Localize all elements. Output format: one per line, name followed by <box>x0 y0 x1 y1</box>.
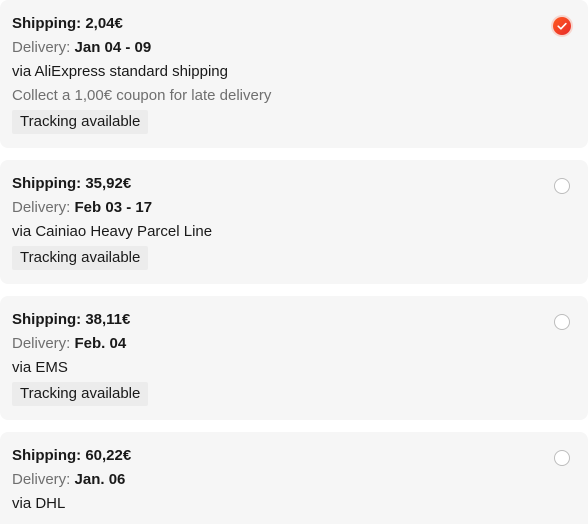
radio-button[interactable] <box>554 450 570 466</box>
delivery-label: Delivery: <box>12 39 75 56</box>
carrier-name: via DHL <box>12 495 66 512</box>
shipping-option-aliexpress-standard[interactable]: Shipping: 2,04€ Delivery: Jan 04 - 09 vi… <box>0 0 588 148</box>
radio-button[interactable] <box>554 178 570 194</box>
carrier-name: via Cainiao Heavy Parcel Line <box>12 223 213 240</box>
radio-button[interactable] <box>554 314 570 330</box>
late-delivery-coupon-note: Collect a 1,00€ coupon for late delivery <box>12 87 272 104</box>
shipping-option-dhl[interactable]: Shipping: 60,22€ Delivery: Jan. 06 via D… <box>0 432 588 524</box>
delivery-date: Jan 04 - 09 <box>74 39 152 56</box>
delivery-estimate: Delivery: Feb. 04 <box>12 334 126 354</box>
tracking-badge: Tracking available <box>12 110 149 134</box>
check-icon <box>557 22 567 30</box>
shipping-options-list: Shipping: 2,04€ Delivery: Jan 04 - 09 vi… <box>0 0 588 524</box>
delivery-date: Jan. 06 <box>74 471 126 488</box>
delivery-date: Feb 03 - 17 <box>74 199 153 216</box>
delivery-label: Delivery: <box>12 335 75 352</box>
delivery-estimate: Delivery: Jan 04 - 09 <box>12 38 151 58</box>
delivery-estimate: Delivery: Jan. 06 <box>12 470 125 490</box>
delivery-label: Delivery: <box>12 199 75 216</box>
shipping-option-cainiao-heavy-parcel[interactable]: Shipping: 35,92€ Delivery: Feb 03 - 17 v… <box>0 160 588 284</box>
carrier-name: via EMS <box>12 359 68 376</box>
shipping-price: Shipping: 35,92€ <box>12 175 132 192</box>
shipping-price: Shipping: 2,04€ <box>12 15 123 32</box>
shipping-price: Shipping: 38,11€ <box>12 311 131 328</box>
tracking-badge: Tracking available <box>12 246 149 270</box>
shipping-option-ems[interactable]: Shipping: 38,11€ Delivery: Feb. 04 via E… <box>0 296 588 420</box>
tracking-badge: Tracking available <box>12 382 149 406</box>
shipping-price: Shipping: 60,22€ <box>12 447 132 464</box>
carrier-name: via AliExpress standard shipping <box>12 63 228 80</box>
delivery-label: Delivery: <box>12 471 75 488</box>
delivery-date: Feb. 04 <box>74 335 127 352</box>
selected-radio-button[interactable] <box>553 17 571 35</box>
delivery-estimate: Delivery: Feb 03 - 17 <box>12 198 152 218</box>
